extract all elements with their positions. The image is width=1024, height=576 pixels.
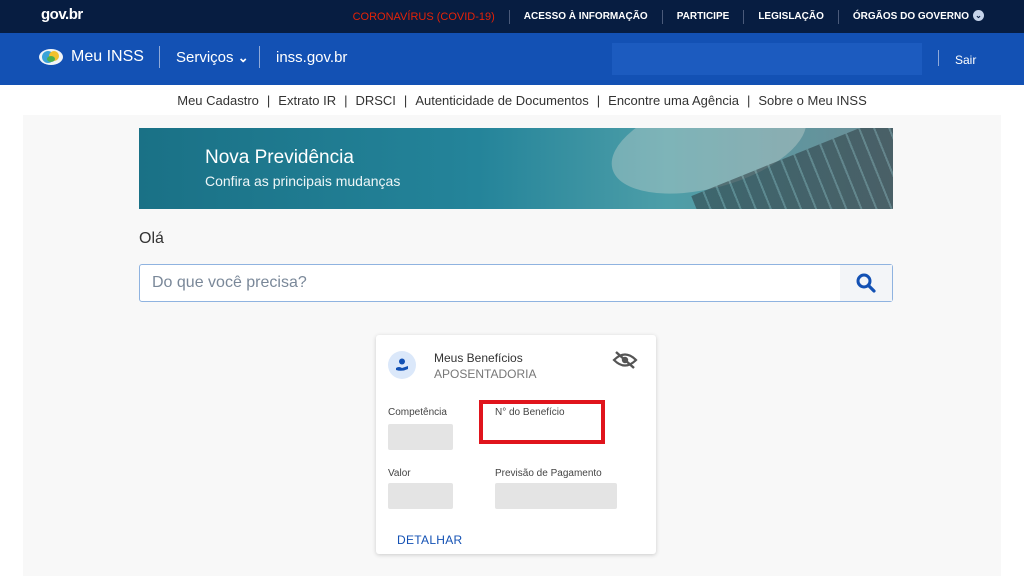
competencia-label: Competência bbox=[388, 407, 447, 418]
highlight-box bbox=[479, 400, 605, 444]
user-name-redacted bbox=[612, 43, 922, 75]
sublink-agencia[interactable]: Encontre uma Agência bbox=[600, 93, 747, 108]
previsao-value bbox=[495, 483, 617, 509]
gov-link-orgaos-label: ÓRGÃOS DO GOVERNO bbox=[852, 10, 969, 22]
meus-beneficios-card: Meus Benefícios APOSENTADORIA Competênci… bbox=[376, 335, 656, 554]
servicos-label: Serviços bbox=[176, 49, 234, 66]
gov-link-participe[interactable]: PARTICIPE bbox=[661, 9, 744, 24]
sublink-extrato-ir[interactable]: Extrato IR bbox=[270, 93, 344, 108]
sublink-autenticidade[interactable]: Autenticidade de Documentos bbox=[407, 93, 596, 108]
search-input[interactable] bbox=[140, 265, 840, 301]
detalhar-link[interactable]: DETALHAR bbox=[397, 533, 463, 547]
card-title: Meus Benefícios bbox=[434, 351, 523, 365]
gov-top-bar: gov.br CORONAVÍRUS (COVID-19) ACESSO À I… bbox=[0, 0, 1024, 33]
eye-slash-icon[interactable] bbox=[612, 350, 638, 375]
gov-link-acesso[interactable]: ACESSO À INFORMAÇÃO bbox=[508, 9, 662, 24]
chevron-down-icon: ⌄ bbox=[973, 10, 984, 22]
govbr-logo[interactable]: gov.br bbox=[41, 6, 83, 23]
brand-name: Meu INSS bbox=[71, 48, 144, 65]
gov-links: CORONAVÍRUS (COVID-19) ACESSO À INFORMAÇ… bbox=[339, 0, 998, 33]
beneficiary-hand-icon bbox=[388, 351, 416, 379]
search-icon bbox=[856, 273, 876, 293]
gov-link-covid[interactable]: CORONAVÍRUS (COVID-19) bbox=[339, 10, 509, 24]
greeting: Olá bbox=[139, 230, 164, 247]
nova-previdencia-banner[interactable]: Nova Previdência Confira as principais m… bbox=[139, 128, 893, 209]
inss-site-link[interactable]: inss.gov.br bbox=[276, 49, 347, 66]
main-navbar: Meu INSS Serviços ⌄ inss.gov.br Sair bbox=[0, 33, 1024, 85]
secondary-nav: Meu Cadastro | Extrato IR | DRSCI | Aute… bbox=[0, 85, 1024, 115]
sublink-sobre[interactable]: Sobre o Meu INSS bbox=[750, 93, 874, 108]
valor-label: Valor bbox=[388, 468, 411, 479]
meu-inss-brand[interactable]: Meu INSS bbox=[38, 47, 144, 67]
chevron-down-icon: ⌄ bbox=[237, 50, 249, 65]
nav-divider bbox=[938, 50, 939, 66]
sublink-drsci[interactable]: DRSCI bbox=[347, 93, 403, 108]
banner-title: Nova Previdência bbox=[205, 147, 354, 168]
previsao-label: Previsão de Pagamento bbox=[495, 468, 602, 479]
nav-divider bbox=[259, 46, 260, 68]
card-subtitle: APOSENTADORIA bbox=[434, 367, 537, 381]
servicos-menu-button[interactable]: Serviços ⌄ bbox=[176, 49, 249, 66]
nav-divider bbox=[159, 46, 160, 68]
logout-button[interactable]: Sair bbox=[955, 53, 976, 67]
sublink-meu-cadastro[interactable]: Meu Cadastro bbox=[169, 93, 267, 108]
inss-logo-icon bbox=[39, 49, 63, 65]
search-box bbox=[139, 264, 893, 302]
search-button[interactable] bbox=[840, 265, 892, 301]
gov-link-orgaos[interactable]: ÓRGÃOS DO GOVERNO ⌄ bbox=[837, 9, 998, 24]
competencia-value bbox=[388, 424, 453, 450]
banner-subtitle: Confira as principais mudanças bbox=[205, 173, 401, 189]
valor-value bbox=[388, 483, 453, 509]
gov-link-legislacao[interactable]: LEGISLAÇÃO bbox=[743, 9, 838, 24]
